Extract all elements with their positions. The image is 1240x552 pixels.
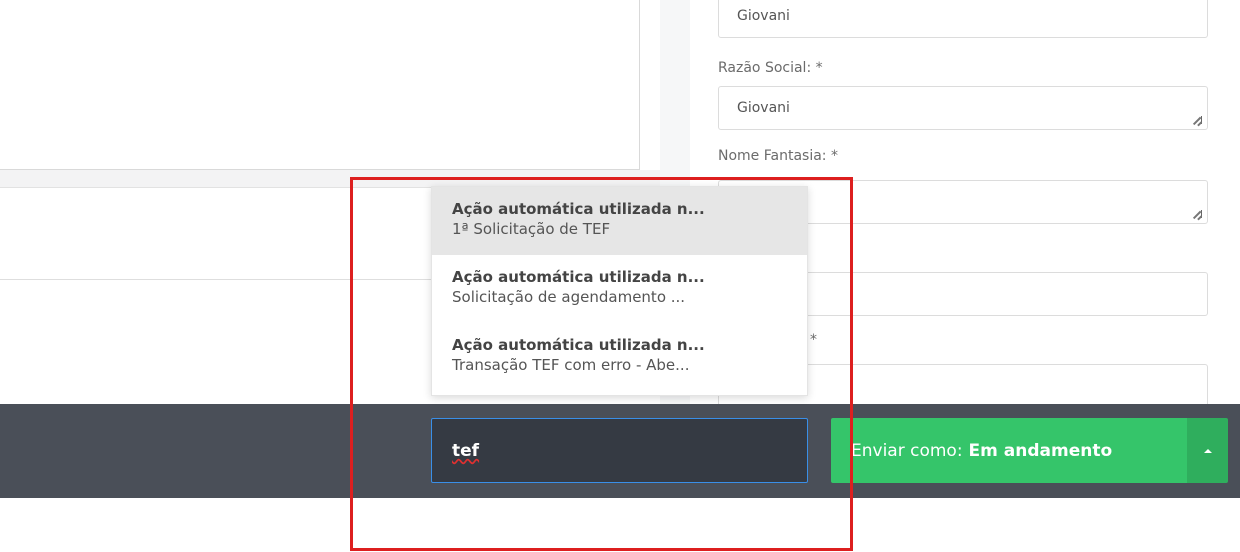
annotation-highlight-box xyxy=(350,177,853,551)
send-as-status: Em andamento xyxy=(968,440,1113,461)
send-status-dropdown-toggle[interactable] xyxy=(1187,418,1228,483)
caret-up-icon xyxy=(1203,448,1212,453)
nome-fantasia-label: Nome Fantasia: * xyxy=(718,148,838,164)
name-field[interactable]: Giovani xyxy=(718,0,1208,38)
resize-handle-icon[interactable] xyxy=(1193,210,1202,218)
razao-social-field[interactable]: Giovani xyxy=(718,86,1208,130)
razao-social-label: Razão Social: * xyxy=(718,60,823,76)
send-as-prefix: Enviar como: xyxy=(851,440,963,461)
send-as-button[interactable]: Enviar como: Em andamento xyxy=(831,418,1187,483)
resize-handle-icon[interactable] xyxy=(1193,116,1202,124)
name-field-value: Giovani xyxy=(737,8,790,24)
razao-social-value: Giovani xyxy=(737,100,790,116)
left-panel-card xyxy=(0,0,640,170)
